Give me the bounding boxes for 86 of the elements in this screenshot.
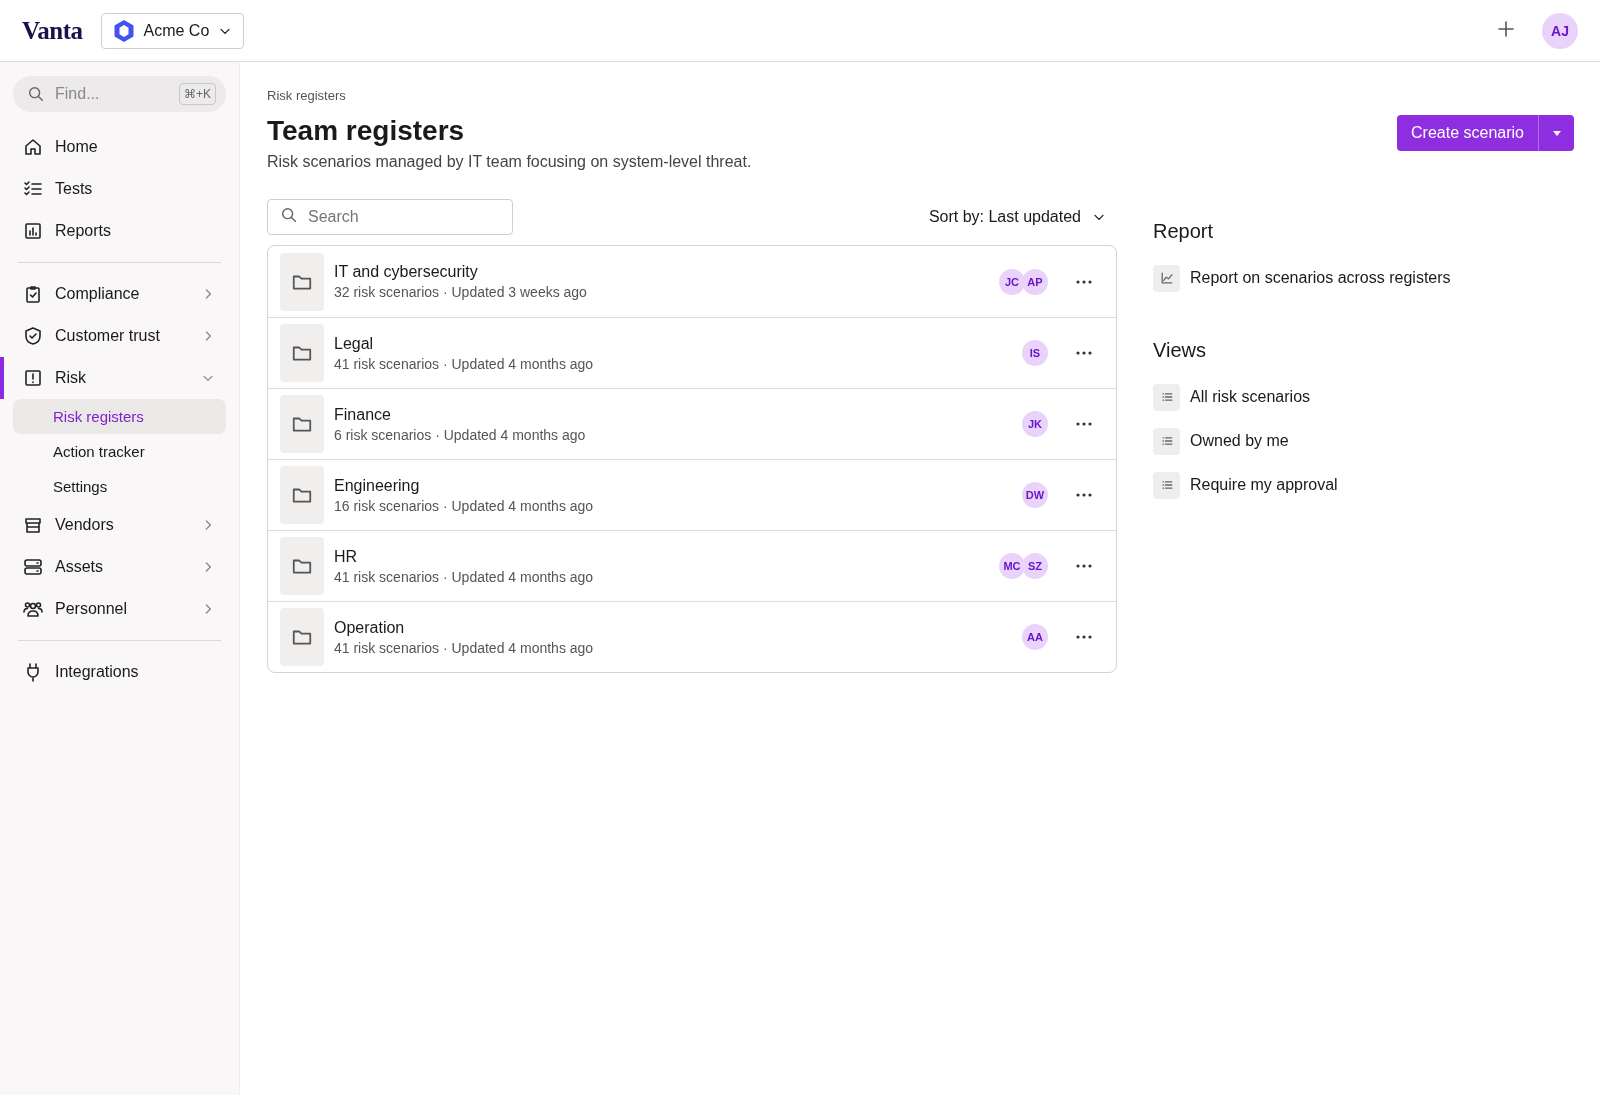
- owner-avatar: AP: [1022, 268, 1048, 295]
- owner-avatar: DW: [1022, 482, 1048, 508]
- register-name: Finance: [334, 405, 392, 424]
- people-icon: [23, 599, 43, 619]
- nav-item[interactable]: Compliance: [0, 273, 239, 315]
- nav-item[interactable]: Assets: [0, 546, 239, 588]
- nav-item[interactable]: Personnel: [0, 588, 239, 630]
- nav-item[interactable]: Vendors: [0, 504, 239, 546]
- register-meta: 41 risk scenarios · Updated 4 months ago: [334, 568, 595, 585]
- ellipsis-icon: [1075, 278, 1093, 285]
- shield-check-icon: [23, 326, 43, 346]
- breadcrumb[interactable]: Risk registers: [267, 88, 1117, 103]
- register-meta: 41 risk scenarios · Updated 4 months ago: [334, 639, 595, 656]
- ellipsis-icon: [1075, 421, 1093, 427]
- register-row[interactable]: Legal 41 risk scenarios · Updated 4 months ago IS: [268, 317, 1116, 388]
- nav-subitem[interactable]: Risk registers: [13, 399, 226, 434]
- list-icon: [1153, 471, 1180, 499]
- dropdown-button[interactable]: [1538, 115, 1574, 151]
- ellipsis-icon: [1075, 634, 1093, 640]
- owner-avatar: AA: [1022, 624, 1048, 650]
- sort-dropdown[interactable]: Sort by: Last updated: [922, 207, 1117, 227]
- nav-item[interactable]: Customer trust: [0, 315, 239, 357]
- register-name: HR: [334, 547, 359, 566]
- ellipsis-icon: [1075, 563, 1093, 569]
- logo[interactable]: Vanta: [22, 16, 83, 45]
- nav-item[interactable]: Home: [0, 126, 239, 168]
- register-meta: 16 risk scenarios · Updated 4 months ago: [334, 497, 595, 514]
- page-title: Team registers: [267, 115, 466, 147]
- owner-avatar: SZ: [1022, 553, 1048, 579]
- nav-item[interactable]: Risk: [0, 357, 239, 399]
- register-name: IT and cybersecurity: [334, 263, 479, 281]
- list-icon: [1153, 427, 1180, 455]
- folder-icon: [280, 466, 324, 524]
- register-name: Operation: [334, 618, 406, 637]
- section-heading: Views: [1153, 339, 1207, 362]
- search-icon: [27, 85, 45, 103]
- folder-icon: [280, 395, 324, 453]
- create-scenario-button[interactable]: Create scenario: [1397, 115, 1538, 151]
- bar-chart-icon: [23, 221, 43, 241]
- view-link[interactable]: Require my approval: [1153, 468, 1574, 502]
- register-row[interactable]: IT and cybersecurity 32 risk scenarios · Updated 3 weeks ago JC AP: [268, 246, 1116, 317]
- section-heading: Report: [1153, 220, 1215, 243]
- server-icon: [23, 557, 43, 577]
- workspace-dropdown[interactable]: Acme Co: [100, 12, 245, 49]
- nav-item[interactable]: Integrations: [0, 651, 239, 693]
- home-icon: [23, 137, 43, 157]
- page-description: Risk scenarios managed by IT team focusing on system-level threat.: [267, 153, 753, 171]
- owner-avatar: JC: [999, 268, 1025, 295]
- folder-icon: [280, 608, 324, 666]
- register-meta: 6 risk scenarios · Updated 4 months ago: [334, 426, 587, 443]
- alert-square-icon: [23, 368, 43, 388]
- register-meta: 32 risk scenarios · Updated 3 weeks ago: [334, 284, 588, 300]
- clipboard-check-icon: [23, 284, 43, 304]
- folder-icon: [280, 324, 324, 382]
- search-field[interactable]: Search: [267, 199, 513, 235]
- register-row[interactable]: Finance 6 risk scenarios · Updated 4 months ago JK: [268, 388, 1116, 459]
- view-link[interactable]: All risk scenarios: [1153, 380, 1574, 414]
- user-avatar[interactable]: AJ: [1542, 12, 1578, 49]
- register-name: Legal: [334, 334, 375, 353]
- register-meta: 41 risk scenarios · Updated 4 months ago: [334, 355, 595, 372]
- find-input[interactable]: Find...: [53, 84, 171, 104]
- folder-icon: [280, 252, 324, 311]
- register-row[interactable]: Operation 41 risk scenarios · Updated 4 months ago AA: [268, 601, 1116, 672]
- workspace-logo-icon: [111, 18, 136, 43]
- owner-avatar: IS: [1022, 340, 1048, 366]
- storefront-icon: [23, 515, 43, 535]
- view-link[interactable]: Owned by me: [1153, 424, 1574, 458]
- nav-subitem[interactable]: Settings: [13, 469, 226, 504]
- ellipsis-icon: [1075, 350, 1093, 356]
- ellipsis-icon: [1075, 492, 1093, 498]
- view-link[interactable]: Report on scenarios across registers: [1153, 261, 1574, 295]
- folder-icon: [280, 537, 324, 595]
- owner-avatar: JK: [1022, 411, 1048, 437]
- plus-icon: [1496, 18, 1516, 39]
- owner-avatar: MC: [999, 553, 1025, 579]
- register-row[interactable]: Engineering 16 risk scenarios · Updated 4 months ago DW: [268, 459, 1116, 530]
- line-chart-icon: [1153, 264, 1180, 292]
- list-icon: [1153, 383, 1180, 411]
- register-name: Engineering: [334, 476, 421, 495]
- shortcut-hint: ⌘+K: [179, 83, 216, 105]
- nav-item[interactable]: Tests: [0, 168, 239, 210]
- search-field[interactable]: Find... ⌘+K: [13, 76, 226, 112]
- nav-item[interactable]: Reports: [0, 210, 239, 252]
- register-row[interactable]: HR 41 risk scenarios · Updated 4 months ago MC SZ: [268, 530, 1116, 601]
- nav-subitem[interactable]: Action tracker: [13, 434, 226, 469]
- search-icon: [280, 206, 298, 224]
